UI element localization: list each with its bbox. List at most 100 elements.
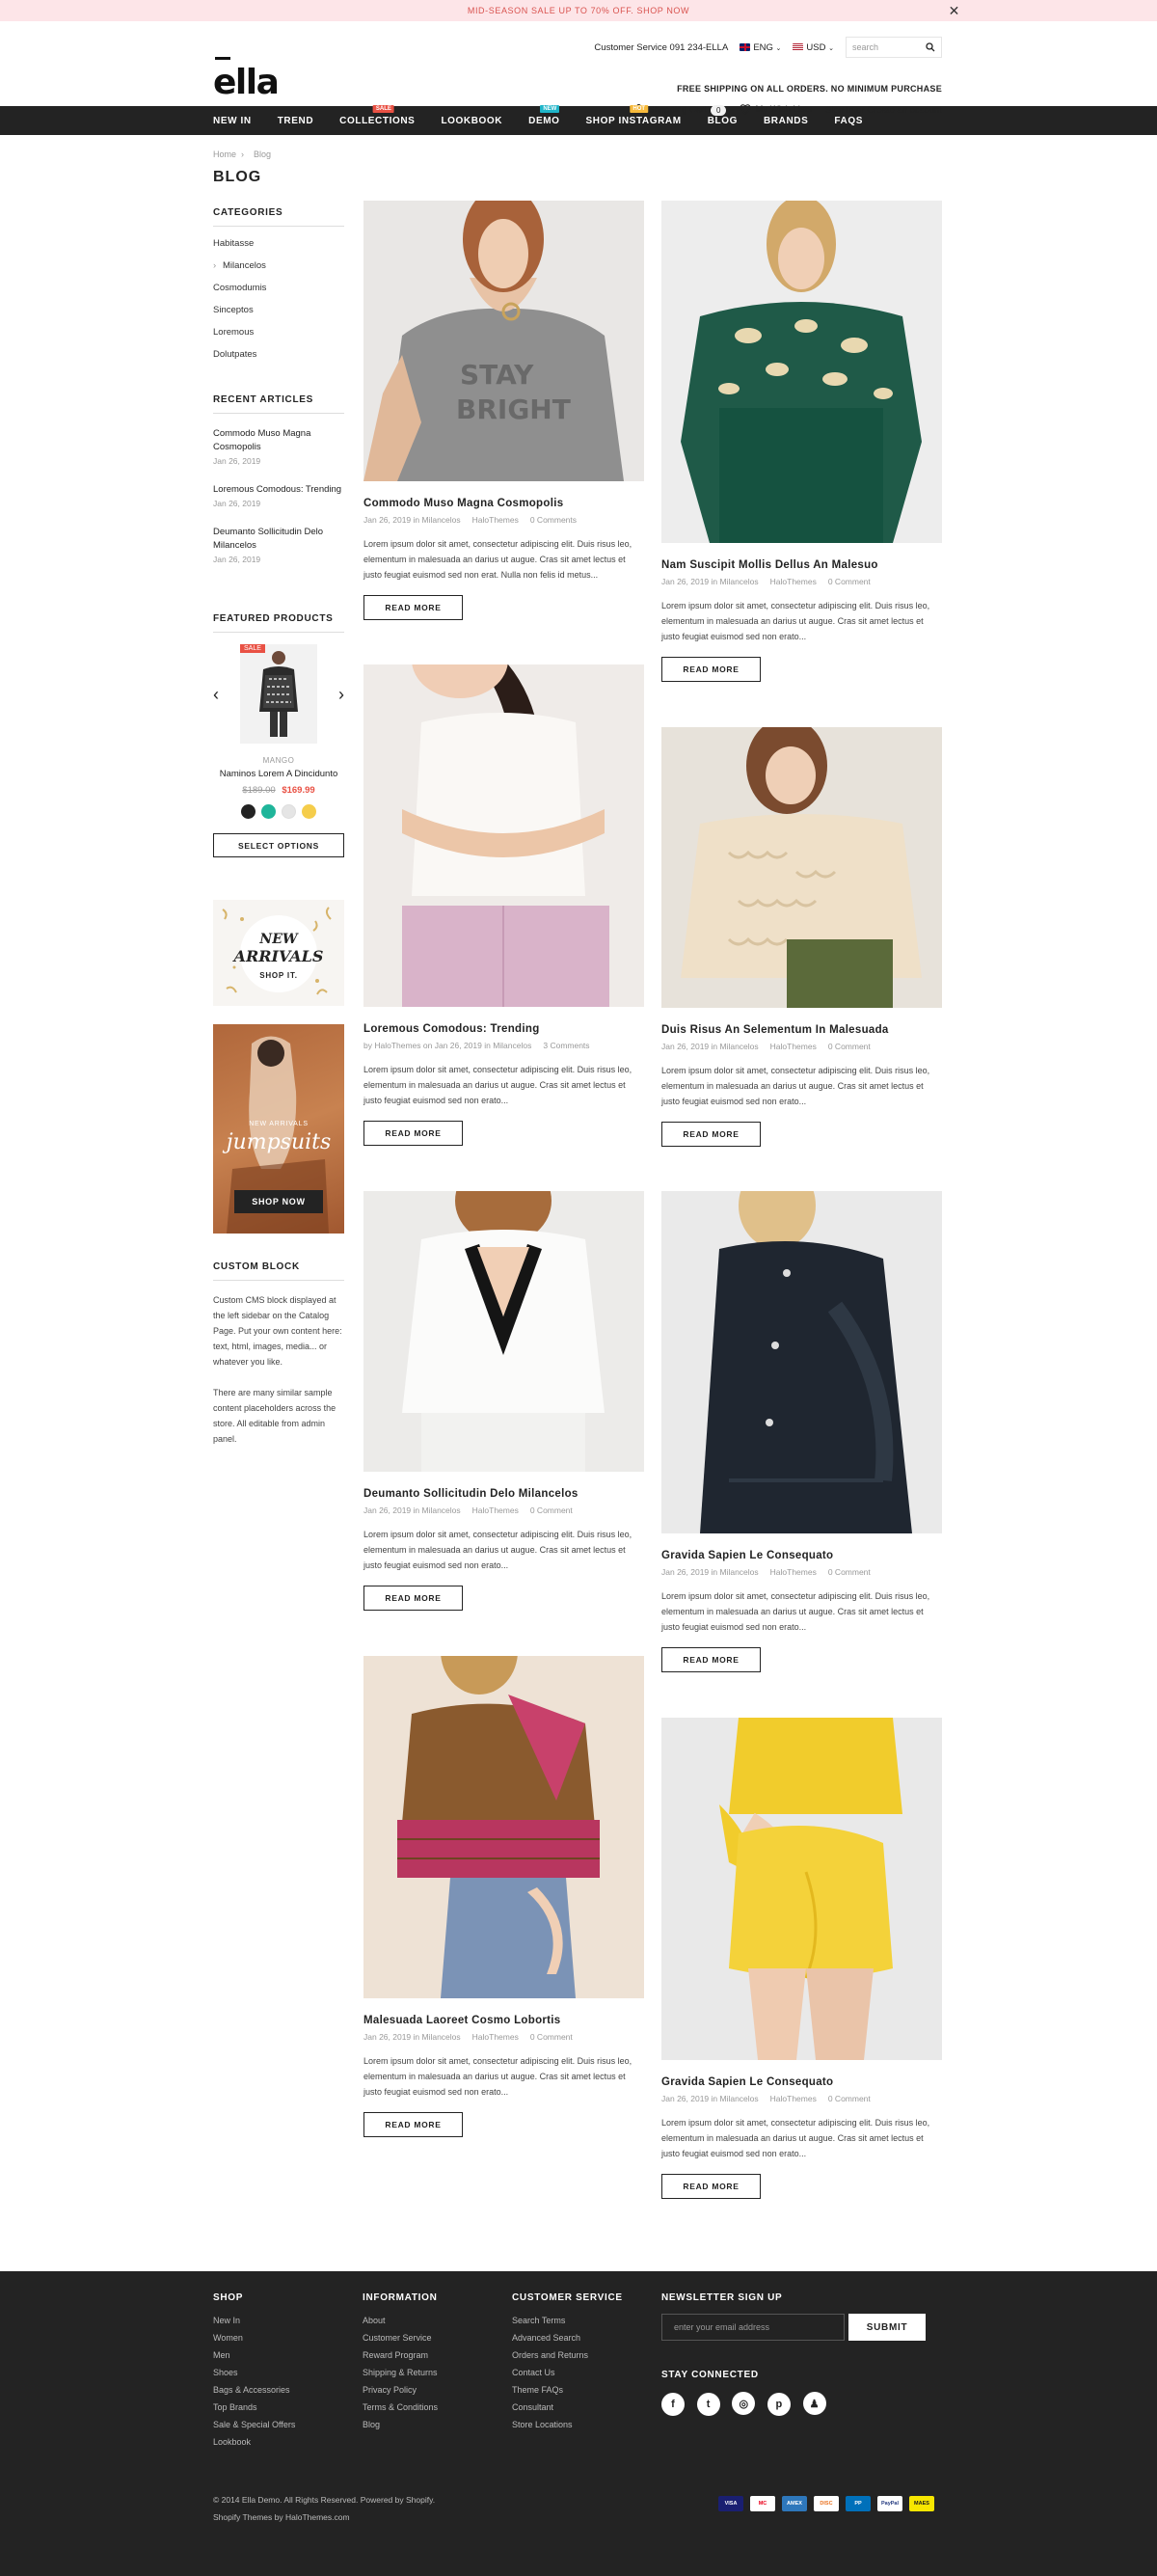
footer-link[interactable]: About	[363, 2312, 438, 2329]
search-input[interactable]: search	[846, 37, 942, 58]
category-link[interactable]: Habitasse	[213, 238, 344, 249]
credit-text[interactable]: Shopify Themes by HaloThemes.com	[213, 2512, 350, 2522]
footer-link[interactable]: Advanced Search	[512, 2329, 623, 2346]
blog-post-title[interactable]: Gravida Sapien Le Consequato	[661, 2076, 942, 2088]
blog-post-meta-item[interactable]: 0 Comment	[828, 1042, 871, 1051]
footer-link[interactable]: Men	[213, 2346, 295, 2364]
nav-item-blog[interactable]: BLOG	[708, 116, 738, 126]
nav-item-collections[interactable]: COLLECTIONS SALE	[339, 104, 415, 126]
footer-link[interactable]: Top Brands	[213, 2399, 295, 2416]
blog-post-image[interactable]	[363, 664, 644, 1007]
search-icon[interactable]	[926, 42, 935, 52]
category-link[interactable]: › Milancelos	[213, 260, 344, 271]
newsletter-email-input[interactable]: enter your email address	[661, 2314, 845, 2341]
blog-post-meta-item[interactable]: HaloThemes	[472, 2032, 519, 2042]
twitter-icon[interactable]: t	[696, 2392, 720, 2416]
blog-post-image[interactable]	[661, 1191, 942, 1533]
blog-post-image[interactable]	[363, 1656, 644, 1998]
nav-item-brands[interactable]: BRANDS	[764, 116, 808, 126]
nav-item-shop-instagram[interactable]: SHOP INSTAGRAM HOT	[586, 104, 682, 126]
footer-link[interactable]: Store Locations	[512, 2416, 623, 2433]
blog-post-title[interactable]: Malesuada Laoreet Cosmo Lobortis	[363, 2015, 644, 2026]
category-link[interactable]: Cosmodumis	[213, 283, 344, 293]
nav-item-demo[interactable]: DEMO NEW	[528, 104, 560, 126]
footer-link[interactable]: Terms & Conditions	[363, 2399, 438, 2416]
category-link[interactable]: Loremous	[213, 327, 344, 338]
blog-post-meta-item[interactable]: 0 Comment	[828, 577, 871, 586]
pinterest-icon[interactable]: p	[767, 2392, 791, 2416]
footer-link[interactable]: Theme FAQs	[512, 2381, 623, 2399]
next-arrow-icon[interactable]: ›	[338, 685, 344, 705]
read-more-button[interactable]: READ MORE	[661, 1122, 761, 1147]
recent-article[interactable]: Loremous Comodous: Trending Jan 26, 2019	[213, 483, 344, 508]
blog-post-meta-item[interactable]: HaloThemes	[770, 2094, 817, 2103]
blog-post-image[interactable]	[661, 1718, 942, 2060]
recent-article-title[interactable]: Deumanto Sollicitudin Delo Milancelos	[213, 526, 344, 553]
footer-link[interactable]: Lookbook	[213, 2433, 295, 2451]
breadcrumb-home[interactable]: Home	[213, 149, 236, 159]
promo-text[interactable]: MID-SEASON SALE UP TO 70% OFF. SHOP NOW	[468, 6, 689, 15]
blog-post-meta-item[interactable]: HaloThemes	[472, 515, 519, 525]
color-swatch[interactable]	[282, 804, 296, 819]
footer-link[interactable]: Consultant	[512, 2399, 623, 2416]
product-image[interactable]: SALE	[240, 644, 317, 744]
blog-post-title[interactable]: Gravida Sapien Le Consequato	[661, 1550, 942, 1561]
logo[interactable]: ella	[213, 57, 280, 102]
blog-post-meta-item[interactable]: HaloThemes	[770, 1042, 817, 1051]
blog-post-meta-item[interactable]: 0 Comments	[530, 515, 577, 525]
account-link[interactable]: Sign In or Create an account	[825, 105, 942, 116]
nav-item-lookbook[interactable]: LOOKBOOK	[441, 116, 502, 126]
instagram-icon[interactable]: ◎	[732, 2392, 756, 2415]
read-more-button[interactable]: READ MORE	[661, 1647, 761, 1672]
nav-item-new-in[interactable]: NEW IN	[213, 116, 252, 126]
footer-link[interactable]: Customer Service	[363, 2329, 438, 2346]
snapchat-icon[interactable]: ♟	[802, 2392, 826, 2415]
facebook-icon[interactable]: f	[661, 2392, 685, 2416]
recent-article-title[interactable]: Loremous Comodous: Trending	[213, 483, 344, 497]
footer-link[interactable]: Orders and Returns	[512, 2346, 623, 2364]
footer-link[interactable]: New In	[213, 2312, 295, 2329]
blog-post-meta-item[interactable]: 0 Comment	[828, 2094, 871, 2103]
footer-link[interactable]: Bags & Accessories	[213, 2381, 295, 2399]
blog-post-meta-item[interactable]: 0 Comment	[530, 1505, 573, 1515]
nav-item-faqs[interactable]: FAQS	[834, 116, 863, 126]
shop-now-button[interactable]: SHOP NOW	[234, 1190, 323, 1213]
blog-post-meta-item[interactable]: 0 Comment	[530, 2032, 573, 2042]
blog-post-title[interactable]: Commodo Muso Magna Cosmopolis	[363, 498, 644, 509]
read-more-button[interactable]: READ MORE	[661, 657, 761, 682]
newsletter-submit-button[interactable]: SUBMIT	[848, 2314, 926, 2341]
new-arrivals-banner[interactable]: NEW ARRIVALS SHOP IT.	[213, 900, 344, 1006]
recent-article-title[interactable]: Commodo Muso Magna Cosmopolis	[213, 427, 344, 454]
footer-link[interactable]: Sale & Special Offers	[213, 2416, 295, 2433]
footer-link[interactable]: Reward Program	[363, 2346, 438, 2364]
category-link[interactable]: Dolutpates	[213, 349, 344, 360]
footer-link[interactable]: Women	[213, 2329, 295, 2346]
blog-post-image[interactable]	[661, 727, 942, 1008]
footer-link[interactable]: Blog	[363, 2416, 438, 2433]
read-more-button[interactable]: READ MORE	[661, 2174, 761, 2199]
blog-post-title[interactable]: Loremous Comodous: Trending	[363, 1023, 644, 1035]
recent-article[interactable]: Deumanto Sollicitudin Delo Milancelos Ja…	[213, 526, 344, 564]
blog-post-meta-item[interactable]: 0 Comment	[828, 1567, 871, 1577]
close-icon[interactable]: ✕	[949, 3, 960, 19]
nav-item-trend[interactable]: TREND	[278, 116, 313, 126]
footer-link[interactable]: Contact Us	[512, 2364, 623, 2381]
read-more-button[interactable]: READ MORE	[363, 1121, 463, 1146]
blog-post-image[interactable]	[363, 1191, 644, 1472]
color-swatch[interactable]	[302, 804, 316, 819]
blog-post-image[interactable]: STAY BRIGHT	[363, 201, 644, 481]
read-more-button[interactable]: READ MORE	[363, 1586, 463, 1611]
blog-post-title[interactable]: Nam Suscipit Mollis Dellus An Malesuo	[661, 559, 942, 571]
language-selector[interactable]: ENG ⌄	[740, 42, 781, 53]
blog-post-meta-item[interactable]: 3 Comments	[543, 1041, 589, 1050]
select-options-button[interactable]: SELECT OPTIONS	[213, 833, 344, 857]
color-swatch[interactable]	[261, 804, 276, 819]
footer-link[interactable]: Shoes	[213, 2364, 295, 2381]
category-link[interactable]: Sinceptos	[213, 305, 344, 315]
blog-post-title[interactable]: Deumanto Sollicitudin Delo Milancelos	[363, 1488, 644, 1500]
read-more-button[interactable]: READ MORE	[363, 595, 463, 620]
promo-bar[interactable]: MID-SEASON SALE UP TO 70% OFF. SHOP NOW …	[0, 0, 1157, 21]
footer-link[interactable]: Search Terms	[512, 2312, 623, 2329]
color-swatch[interactable]	[241, 804, 256, 819]
product-card[interactable]: ‹ › SALE MANGO Naminos Lorem A Dincidunt…	[213, 644, 344, 857]
